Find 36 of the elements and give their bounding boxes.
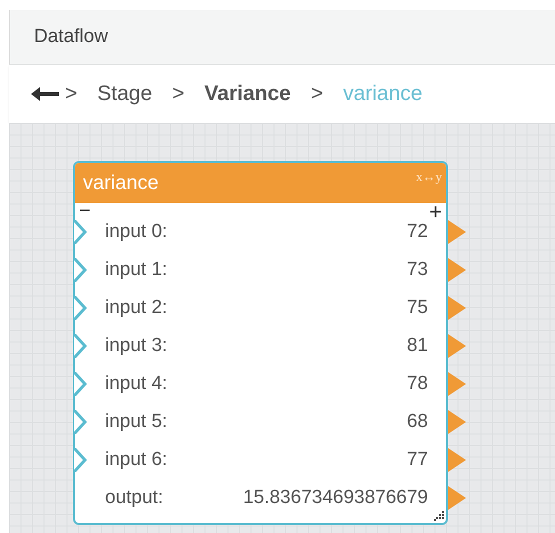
input-label: input 3:	[105, 335, 168, 357]
input-value: 81	[406, 335, 428, 357]
add-input-button[interactable]: +	[429, 201, 442, 223]
back-arrow-icon[interactable]	[31, 86, 59, 102]
variance-node[interactable]: variance x↔y − + input 0: 72 input 1: 73 input 2: 75 input 3: 81 input 4: 78 input 5: 68 input 6: 77 output: 15.836734693876679	[73, 161, 448, 525]
breadcrumb-link[interactable]: Stage	[97, 82, 152, 106]
input-value: 78	[406, 373, 428, 395]
output-label: output:	[105, 487, 164, 509]
input-value: 77	[406, 449, 428, 471]
input-label: input 2:	[105, 297, 168, 319]
resize-grip-icon[interactable]	[434, 511, 444, 521]
node-type-label: x↔y	[416, 169, 442, 185]
output-value: 15.836734693876679	[243, 487, 428, 509]
breadcrumb-link[interactable]: Variance	[204, 82, 291, 106]
input-port-icon[interactable]	[73, 410, 87, 434]
input-value: 72	[406, 221, 428, 243]
node-title: variance	[83, 172, 159, 194]
input-port-icon[interactable]	[73, 220, 87, 244]
input-label: input 6:	[105, 449, 168, 471]
input-port-icon[interactable]	[73, 372, 87, 396]
input-value: 68	[406, 411, 428, 433]
input-port-icon[interactable]	[73, 258, 87, 282]
input-port-icon[interactable]	[73, 448, 87, 472]
input-label: input 0:	[105, 221, 168, 243]
input-port-icon[interactable]	[73, 296, 87, 320]
breadcrumb-separator: >	[172, 82, 184, 106]
breadcrumb-separator: >	[310, 82, 324, 106]
input-label: input 1:	[105, 259, 168, 281]
input-value: 73	[406, 259, 428, 281]
collapse-button[interactable]: −	[79, 201, 91, 221]
input-label: input 4:	[105, 373, 168, 395]
breadcrumb-separator: >	[65, 82, 78, 106]
panel-title: Dataflow	[34, 26, 108, 48]
input-value: 75	[406, 297, 428, 319]
input-label: input 5:	[105, 411, 168, 433]
input-port-icon[interactable]	[73, 334, 87, 358]
